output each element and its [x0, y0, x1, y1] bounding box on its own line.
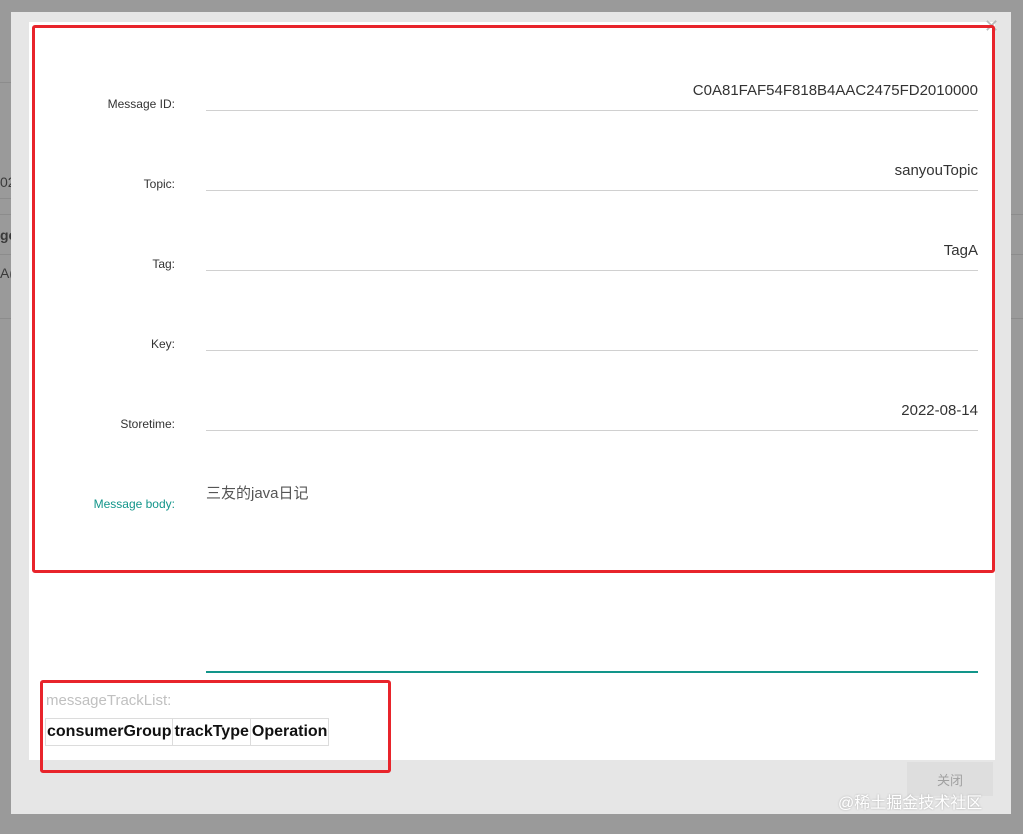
message-body-textarea[interactable]: 三友的java日记 [206, 482, 309, 503]
column-header-operation: Operation [249, 718, 330, 746]
key-label: Key: [150, 337, 175, 351]
close-icon[interactable]: ✕ [984, 16, 999, 37]
message-track-list-label: messageTrackList: [46, 692, 172, 709]
topic-label: Topic: [143, 177, 175, 191]
message-body-label: Message body: [93, 497, 175, 511]
watermark: @稀土掘金技术社区 [838, 795, 983, 812]
dialog-content [29, 22, 995, 760]
message-id-label: Message ID: [107, 97, 175, 111]
message-body-underline [206, 671, 978, 673]
topic-field[interactable]: sanyouTopic [206, 162, 978, 191]
message-track-table: consumerGroup trackType Operation [44, 718, 330, 746]
storetime-value: 2022-08-14 [901, 402, 978, 419]
tag-value: TagA [943, 242, 978, 259]
storetime-field[interactable]: 2022-08-14 [206, 402, 978, 431]
storetime-label: Storetime: [120, 417, 175, 431]
message-id-value: C0A81FAF54F818B4AAC2475FD2010000 [692, 82, 978, 99]
table-header-row: consumerGroup trackType Operation [44, 718, 330, 746]
tag-field[interactable]: TagA [206, 242, 978, 271]
message-id-field[interactable]: C0A81FAF54F818B4AAC2475FD2010000 [206, 82, 978, 111]
key-field[interactable] [206, 322, 978, 351]
topic-value: sanyouTopic [894, 162, 978, 179]
column-header-track-type: trackType [172, 718, 251, 746]
tag-label: Tag: [152, 257, 175, 271]
column-header-consumer-group: consumerGroup [44, 718, 174, 746]
